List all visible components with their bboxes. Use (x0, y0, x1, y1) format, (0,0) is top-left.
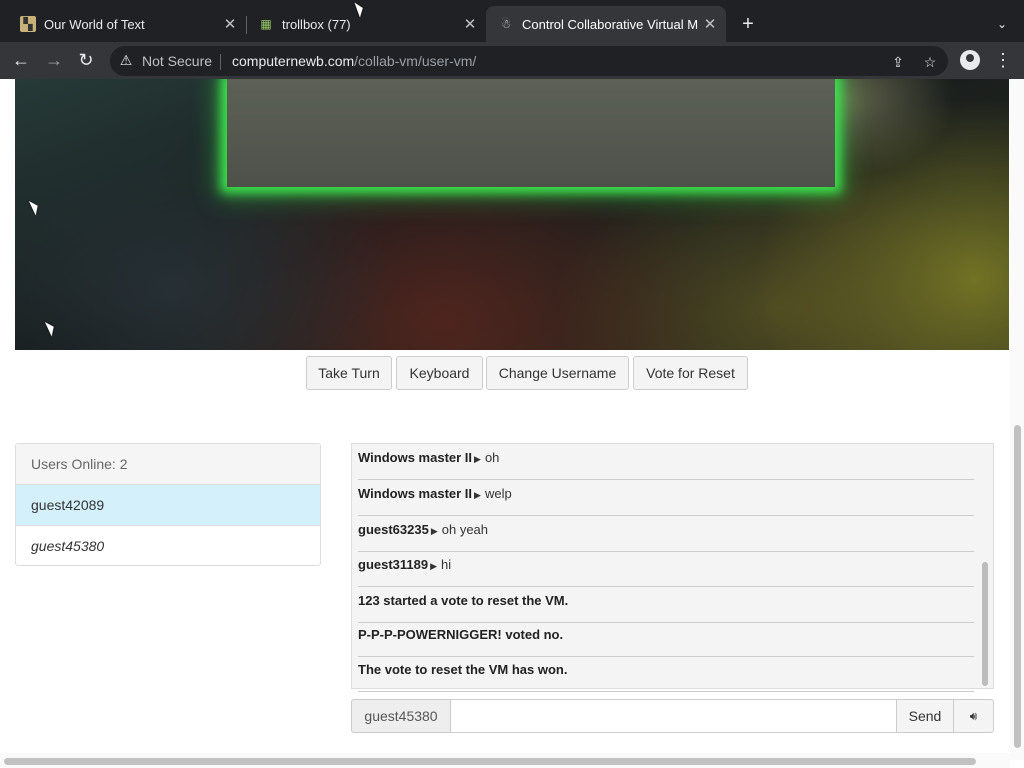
page-vertical-scrollbar[interactable] (1010, 79, 1024, 760)
scrollbar-thumb[interactable] (4, 758, 976, 765)
chevron-down-icon[interactable]: ⌄ (992, 14, 1012, 34)
chat-message: Windows master II ▶ welp (358, 480, 974, 516)
tab-title: Our World of Text (44, 16, 145, 32)
chat-scrollbar[interactable] (982, 562, 988, 686)
chat-message: guest63235 ▶ oh yeah (358, 516, 974, 552)
caret-right-icon: ▶ (474, 490, 481, 500)
page-horizontal-scrollbar[interactable] (0, 753, 1010, 768)
back-icon[interactable]: ← (9, 48, 33, 72)
chat-system-text: P-P-P-POWERNIGGER! voted no. (358, 627, 564, 642)
share-icon[interactable]: ⇪ (888, 52, 908, 72)
chat-username: guest31189 (358, 557, 429, 572)
chat-username: Windows master II (358, 486, 473, 501)
url-separator (220, 54, 221, 70)
chat-username: Windows master II (358, 450, 473, 465)
url-host: computernewb.com (232, 53, 355, 69)
reload-icon[interactable]: ↻ (74, 48, 98, 72)
trollbox-icon: ▦ (260, 17, 272, 31)
send-button[interactable]: Send (896, 699, 954, 733)
caret-right-icon: ▶ (430, 561, 438, 571)
chat-system-message: P-P-P-POWERNIGGER! voted no. (358, 621, 974, 657)
close-icon[interactable]: ✕ (700, 15, 720, 33)
more-menu-icon[interactable]: ⋮ (994, 48, 1012, 72)
users-online-panel: Users Online: 2 guest42089 guest45380 (15, 443, 321, 566)
change-username-button[interactable]: Change Username (486, 356, 629, 390)
tab-title: Control Collaborative Virtual M (522, 16, 699, 32)
forward-icon[interactable]: → (42, 48, 66, 72)
close-icon[interactable]: ✕ (220, 15, 240, 33)
vm-window (227, 79, 835, 187)
vm-display[interactable] (15, 79, 1009, 350)
take-turn-button[interactable]: Take Turn (306, 356, 392, 390)
user-list-item[interactable]: guest45380 (16, 526, 320, 566)
address-bar[interactable]: ⚠ Not Secure computernewb.com/collab-vm/… (110, 46, 948, 76)
vm-cursor-icon (28, 198, 42, 216)
sound-toggle-button[interactable]: 🔊︎ (953, 699, 994, 733)
scrollbar-thumb[interactable] (1014, 425, 1021, 748)
chat-system-message: The vote to reset the VM has won. (358, 656, 974, 692)
warning-icon: ⚠ (119, 52, 133, 68)
security-label: Not Secure (142, 53, 213, 69)
vm-cursor-icon (44, 319, 58, 337)
chat-text: hi (441, 557, 452, 572)
user-list-item[interactable]: guest42089 (16, 485, 320, 526)
new-tab-icon[interactable]: + (738, 12, 758, 36)
close-icon[interactable]: ✕ (460, 15, 480, 33)
chat-input[interactable] (450, 699, 897, 733)
chat-username: guest63235 (358, 522, 429, 537)
url-path: /collab-vm/user-vm/ (354, 53, 477, 69)
chat-form: guest45380 Send 🔊︎ (351, 699, 994, 733)
chat-text: welp (484, 486, 512, 501)
owot-icon: ▚ (20, 16, 36, 32)
profile-avatar-icon[interactable] (960, 50, 980, 70)
chat-system-text: 123 started a vote to reset the VM. (358, 593, 569, 608)
keyboard-button[interactable]: Keyboard (396, 356, 483, 390)
chat-text: oh yeah (441, 522, 489, 537)
tab-trollbox[interactable]: ▦ trollbox (77) ✕ (246, 6, 486, 42)
chat-message: guest31189 ▶ hi (358, 551, 974, 587)
chat-system-text: The vote to reset the VM has won. (358, 662, 568, 677)
chat-system-message: 123 started a vote to reset the VM. (358, 587, 974, 623)
caret-right-icon: ▶ (474, 454, 481, 464)
caret-right-icon: ▶ (430, 526, 438, 536)
chat-username-label: guest45380 (351, 699, 451, 733)
page-content: Take Turn Keyboard Change Username Vote … (0, 79, 1010, 768)
users-online-header: Users Online: 2 (16, 444, 320, 485)
chat-log[interactable]: Windows master II ▶ oh Windows master II ▶ w… (351, 443, 994, 692)
tab-collabvm[interactable]: ☃ Control Collaborative Virtual M ✕ (486, 6, 726, 42)
browser-toolbar: ← → ↻ ⚠ Not Secure computernewb.com/coll… (0, 42, 1024, 79)
tab-our-world-of-text[interactable]: ▚ Our World of Text ✕ (0, 6, 246, 42)
browser-tab-strip: ▚ Our World of Text ✕ ▦ trollbox (77) ✕ … (0, 0, 1024, 42)
vote-reset-button[interactable]: Vote for Reset (633, 356, 748, 390)
url-text: computernewb.com/collab-vm/user-vm/ (232, 53, 476, 69)
chat-message: Windows master II ▶ oh (358, 444, 974, 480)
collabvm-icon: ☃ (500, 17, 512, 31)
speaker-icon: 🔊︎ (969, 709, 978, 723)
tab-title: trollbox (77) (282, 16, 351, 32)
chat-text: oh (484, 450, 500, 465)
bookmark-star-icon[interactable]: ☆ (920, 52, 940, 72)
